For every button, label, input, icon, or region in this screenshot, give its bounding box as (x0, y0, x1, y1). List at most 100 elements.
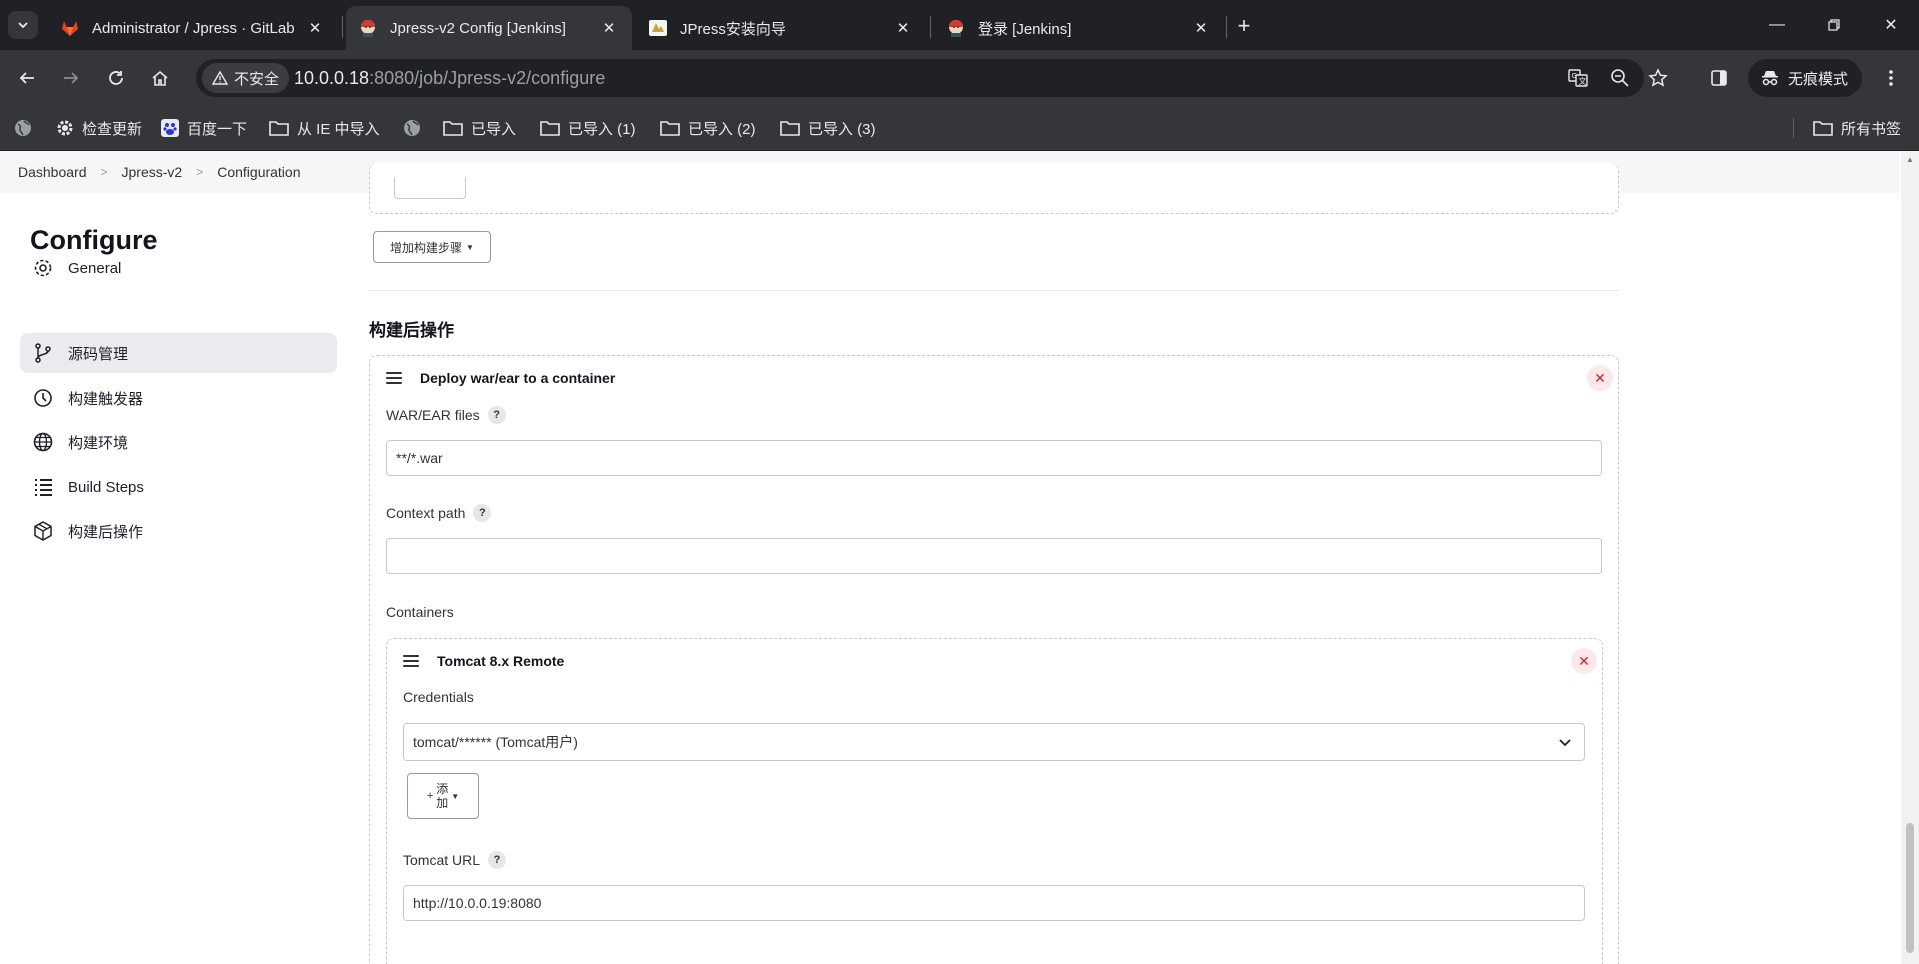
tomcat-container-card: Tomcat 8.x Remote ✕ Credentials tomcat/*… (386, 638, 1603, 964)
delete-container-button[interactable]: ✕ (1571, 648, 1597, 674)
bookmark-imported[interactable]: 已导入 (443, 115, 516, 141)
home-button[interactable] (144, 62, 176, 94)
breadcrumb-dashboard[interactable]: Dashboard (18, 164, 87, 180)
baidu-icon (161, 119, 179, 137)
context-path-input[interactable] (386, 538, 1602, 574)
sidebar-item-post-build[interactable]: 构建后操作 (20, 511, 337, 551)
folder-icon (443, 121, 463, 136)
breadcrumb-job[interactable]: Jpress-v2 (122, 164, 183, 180)
url-text[interactable]: 10.0.0.18:8080/job/Jpress-v2/configure (294, 59, 605, 97)
back-button[interactable] (11, 62, 43, 94)
sidebar-item-build-steps[interactable]: Build Steps (20, 467, 337, 507)
forward-button[interactable] (55, 62, 87, 94)
close-window-button[interactable]: ✕ (1877, 12, 1905, 38)
advanced-button[interactable] (394, 177, 466, 199)
bookmark-import-ie[interactable]: 从 IE 中导入 (269, 115, 380, 141)
war-files-label-row: WAR/EAR files ? (386, 406, 506, 424)
sidebar-item-label: 构建触发器 (68, 390, 144, 408)
restore-button[interactable] (1820, 12, 1848, 38)
sidebar-item-label: 构建环境 (68, 434, 129, 452)
containers-label: Containers (386, 604, 454, 620)
add-build-step-button[interactable]: 增加构建步骤 ▼ (373, 231, 491, 263)
warning-icon (212, 70, 228, 85)
tab-search-button[interactable] (8, 11, 38, 39)
side-panel-button[interactable] (1703, 62, 1735, 94)
add-credentials-button[interactable]: + 添 加 ▼ (407, 773, 479, 819)
tab-jenkins-login[interactable]: 登录 [Jenkins] ✕ (934, 6, 1224, 50)
browser-menu-button[interactable] (1875, 62, 1907, 94)
close-icon[interactable]: ✕ (598, 17, 620, 39)
scroll-thumb[interactable] (1906, 823, 1914, 953)
bookmark-check-update[interactable]: 检查更新 (56, 115, 142, 141)
side-panel-icon (1711, 70, 1727, 86)
folder-icon (269, 121, 289, 136)
help-icon[interactable]: ? (487, 406, 506, 424)
sidebar-item-label: General (68, 259, 122, 277)
sidebar-item-environment[interactable]: 构建环境 (20, 422, 337, 462)
home-icon (152, 70, 168, 86)
close-icon[interactable]: ✕ (892, 17, 914, 39)
bookmark-label: 从 IE 中导入 (297, 120, 380, 138)
minimize-button[interactable]: — (1763, 12, 1791, 38)
bookmark-globe-2[interactable] (403, 115, 429, 141)
browser-tab-strip: Administrator / Jpress · GitLab ✕ Jpress… (0, 0, 1919, 50)
tab-jenkins-config[interactable]: Jpress-v2 Config [Jenkins] ✕ (346, 6, 632, 50)
url-path: :8080/job/Jpress-v2/configure (369, 68, 606, 88)
sidebar-item-general[interactable]: General (20, 248, 337, 288)
reload-icon (109, 71, 123, 85)
chevron-down-icon (18, 22, 28, 29)
bookmark-baidu[interactable]: 百度一下 (161, 115, 247, 141)
drag-handle-icon[interactable] (403, 655, 419, 667)
more-vert-icon (1889, 70, 1893, 86)
address-bar[interactable]: 不安全 10.0.0.18:8080/job/Jpress-v2/configu… (196, 59, 1668, 97)
build-step-card (369, 163, 1619, 214)
new-tab-button[interactable]: + (1230, 12, 1258, 40)
page-scrollbar[interactable]: ▲ (1901, 151, 1919, 964)
arrow-left-icon (19, 72, 34, 84)
close-icon[interactable]: ✕ (1190, 17, 1212, 39)
bookmark-imported-1[interactable]: 已导入 (1) (540, 115, 636, 141)
tab-divider (930, 16, 931, 38)
bookmarks-divider (1793, 118, 1794, 138)
bookmark-globe[interactable] (14, 115, 32, 141)
browser-toolbar: 不安全 10.0.0.18:8080/job/Jpress-v2/configu… (0, 50, 1919, 105)
site-info-button[interactable]: 不安全 (202, 63, 290, 93)
scroll-up-icon[interactable]: ▲ (1906, 155, 1914, 164)
list-icon (35, 479, 52, 496)
tomcat-url-input[interactable]: http://10.0.0.19:8080 (403, 885, 1585, 921)
sidebar-item-triggers[interactable]: 构建触发器 (20, 378, 337, 418)
war-files-input[interactable]: **/*.war (386, 440, 1602, 476)
drag-handle-icon[interactable] (386, 372, 402, 384)
help-icon[interactable]: ? (488, 851, 507, 869)
tab-gitlab[interactable]: Administrator / Jpress · GitLab ✕ (48, 6, 338, 50)
jenkins-icon (358, 18, 378, 38)
translate-button[interactable]: 文G (1566, 66, 1590, 90)
reload-button[interactable] (100, 62, 132, 94)
breadcrumb-configuration[interactable]: Configuration (217, 164, 300, 180)
tab-divider (342, 16, 343, 38)
chevron-down-icon (1559, 739, 1571, 747)
add-label-line2: 加 (436, 796, 449, 810)
plus-icon: + (1237, 13, 1251, 38)
chevron-right-icon: > (100, 165, 108, 179)
package-icon (34, 521, 52, 541)
credentials-select[interactable]: tomcat/****** (Tomcat用户) (403, 723, 1585, 761)
bookmark-label: 已导入 (2) (688, 120, 756, 138)
close-icon[interactable]: ✕ (304, 17, 326, 39)
bookmark-star-button[interactable] (1646, 66, 1670, 90)
close-icon: ✕ (1578, 652, 1590, 669)
all-bookmarks[interactable]: 所有书签 (1813, 115, 1901, 141)
help-icon[interactable]: ? (473, 504, 492, 522)
branch-icon (35, 343, 51, 363)
globe-icon (404, 120, 420, 136)
delete-deploy-button[interactable]: ✕ (1587, 365, 1613, 391)
sidebar-item-source-control[interactable]: 源码管理 (20, 333, 337, 373)
incognito-indicator[interactable]: 无痕模式 (1748, 59, 1863, 97)
zoom-button[interactable] (1608, 66, 1632, 90)
security-label: 不安全 (234, 70, 280, 88)
add-label-line1: 添 (436, 782, 449, 796)
tomcat-url-label: Tomcat URL (403, 852, 481, 868)
bookmark-imported-2[interactable]: 已导入 (2) (660, 115, 756, 141)
bookmark-imported-3[interactable]: 已导入 (3) (780, 115, 876, 141)
tab-jpress-install[interactable]: JPress安装向导 ✕ (636, 6, 926, 50)
